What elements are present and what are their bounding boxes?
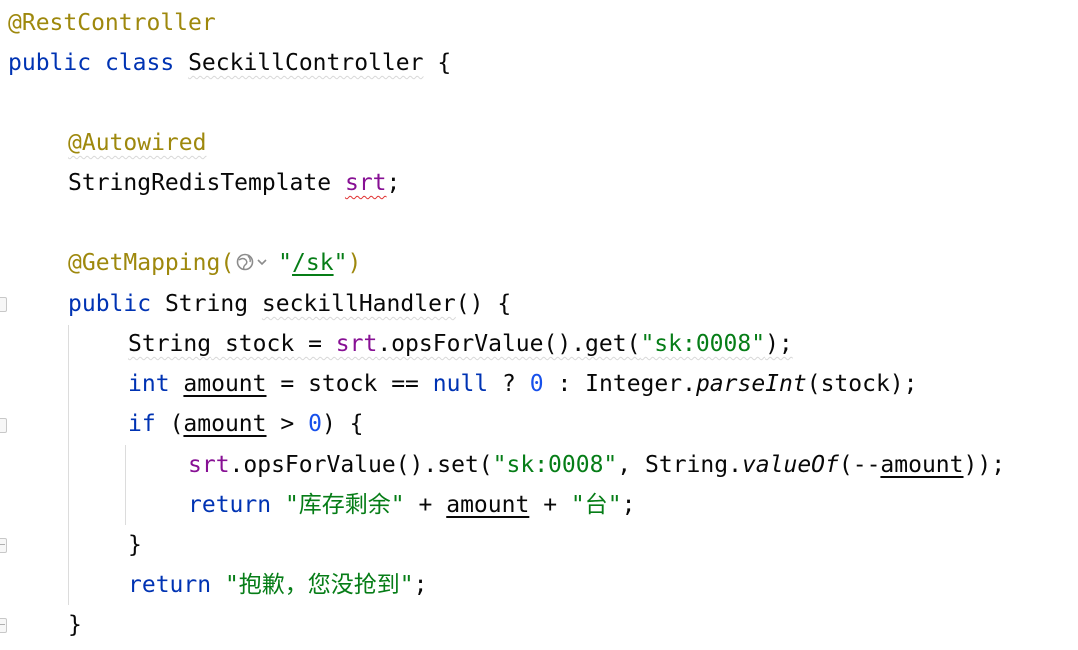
type-token: String [128, 331, 212, 357]
keyword-token: int [128, 371, 170, 397]
annotation-token: @RestController [8, 10, 216, 36]
field-token: srt [188, 452, 230, 478]
keyword-token: return [128, 572, 212, 598]
brace-token: } [68, 612, 82, 638]
fold-marker-icon[interactable] [0, 618, 7, 633]
semicolon-token: ; [621, 492, 636, 518]
brace-token: } [128, 532, 142, 558]
variable-token: amount [446, 492, 530, 518]
fold-marker-icon[interactable] [0, 418, 7, 433]
code-line[interactable]: return "库存剩余" + amount + "台"; [188, 485, 635, 525]
indent-guide [125, 445, 126, 525]
field-token: srt [344, 170, 387, 196]
call-token: .opsForValue().set( [229, 452, 493, 478]
paren-token: ( [169, 411, 184, 437]
string-token: "sk:0008" [640, 331, 766, 357]
keyword-token: class [104, 50, 175, 76]
field-token: srt [335, 331, 378, 357]
string-token: "台" [570, 492, 622, 518]
code-line[interactable]: public String seckillHandler() { [68, 284, 511, 324]
annotation-token: @GetMapping( [68, 250, 235, 276]
class-token: String. [645, 452, 742, 478]
mapping-path-link[interactable]: /sk [292, 250, 334, 276]
argument-token: (stock); [806, 371, 918, 397]
code-line[interactable]: } [68, 605, 82, 645]
variable-token: amount [880, 452, 964, 478]
call-end-token: ); [765, 331, 793, 357]
semicolon-token: ; [386, 170, 401, 196]
call-end-token: )); [963, 452, 1006, 478]
string-token: " [278, 250, 293, 276]
operator-token: = [308, 331, 322, 357]
operator-token: : [557, 371, 572, 397]
operator-token: = [280, 371, 295, 397]
number-token: 0 [308, 411, 322, 437]
operator-token: + [418, 492, 433, 518]
code-line[interactable]: if (amount > 0) { [128, 404, 364, 444]
editor-gutter [0, 0, 12, 650]
method-token: parseInt [695, 371, 807, 397]
type-token: String [164, 291, 249, 317]
paren-token: ) { [321, 411, 364, 437]
indent-guide [68, 325, 69, 605]
annotation-token: @Autowired [68, 130, 207, 156]
variable-token: stock [308, 371, 378, 397]
semicolon-token: ; [413, 572, 428, 598]
code-line[interactable]: @Autowired [68, 123, 206, 163]
code-line[interactable]: String stock = srt.opsForValue().get("sk… [128, 324, 793, 364]
string-token: "sk:0008" [492, 452, 618, 478]
fold-marker-icon[interactable] [0, 297, 7, 312]
annotation-token: ) [347, 250, 362, 276]
brace-token: { [437, 50, 452, 76]
operator-token: > [280, 411, 295, 437]
variable-token: amount [183, 411, 267, 437]
code-line[interactable]: @RestController [8, 3, 216, 43]
code-line[interactable]: srt.opsForValue().set("sk:0008", String.… [188, 445, 1005, 485]
code-line[interactable]: public class SeckillController { [8, 43, 451, 83]
type-token: StringRedisTemplate [68, 170, 332, 196]
keyword-token: public [8, 50, 92, 76]
call-token: .opsForValue().get( [377, 331, 641, 357]
variable-token: amount [183, 371, 267, 397]
method-params: () { [455, 291, 512, 317]
code-editor[interactable]: @RestController public class SeckillCont… [0, 0, 1078, 650]
class-token: Integer. [585, 371, 696, 397]
code-line[interactable]: @GetMapping( "/sk") [68, 243, 361, 283]
fold-marker-icon[interactable] [0, 538, 7, 553]
statement-token: String stock = srt.opsForValue().get("sk… [128, 331, 793, 357]
operator-token: == [391, 371, 419, 397]
method-name: seckillHandler [261, 291, 456, 317]
string-token: " [333, 250, 348, 276]
keyword-token: return [188, 492, 272, 518]
string-token: "抱歉，您没抢到" [224, 572, 414, 598]
code-line[interactable]: } [128, 525, 142, 565]
keyword-token: null [432, 371, 489, 397]
code-line[interactable]: return "抱歉，您没抢到"; [128, 565, 428, 605]
string-token: "库存剩余" [284, 492, 405, 518]
operator-token: + [543, 492, 558, 518]
operator-token: ? [502, 371, 516, 397]
comma-token: , [617, 452, 632, 478]
method-token: valueOf [741, 452, 839, 478]
variable-token: stock [224, 331, 295, 357]
code-line[interactable]: StringRedisTemplate srt; [68, 163, 400, 203]
globe-dropdown-icon[interactable] [234, 251, 278, 273]
number-token: 0 [529, 371, 544, 397]
keyword-token: if [128, 411, 156, 437]
class-name: SeckillController [188, 50, 424, 76]
operator-token: (-- [838, 452, 881, 478]
code-line[interactable]: int amount = stock == null ? 0 : Integer… [128, 364, 918, 404]
keyword-token: public [68, 291, 152, 317]
